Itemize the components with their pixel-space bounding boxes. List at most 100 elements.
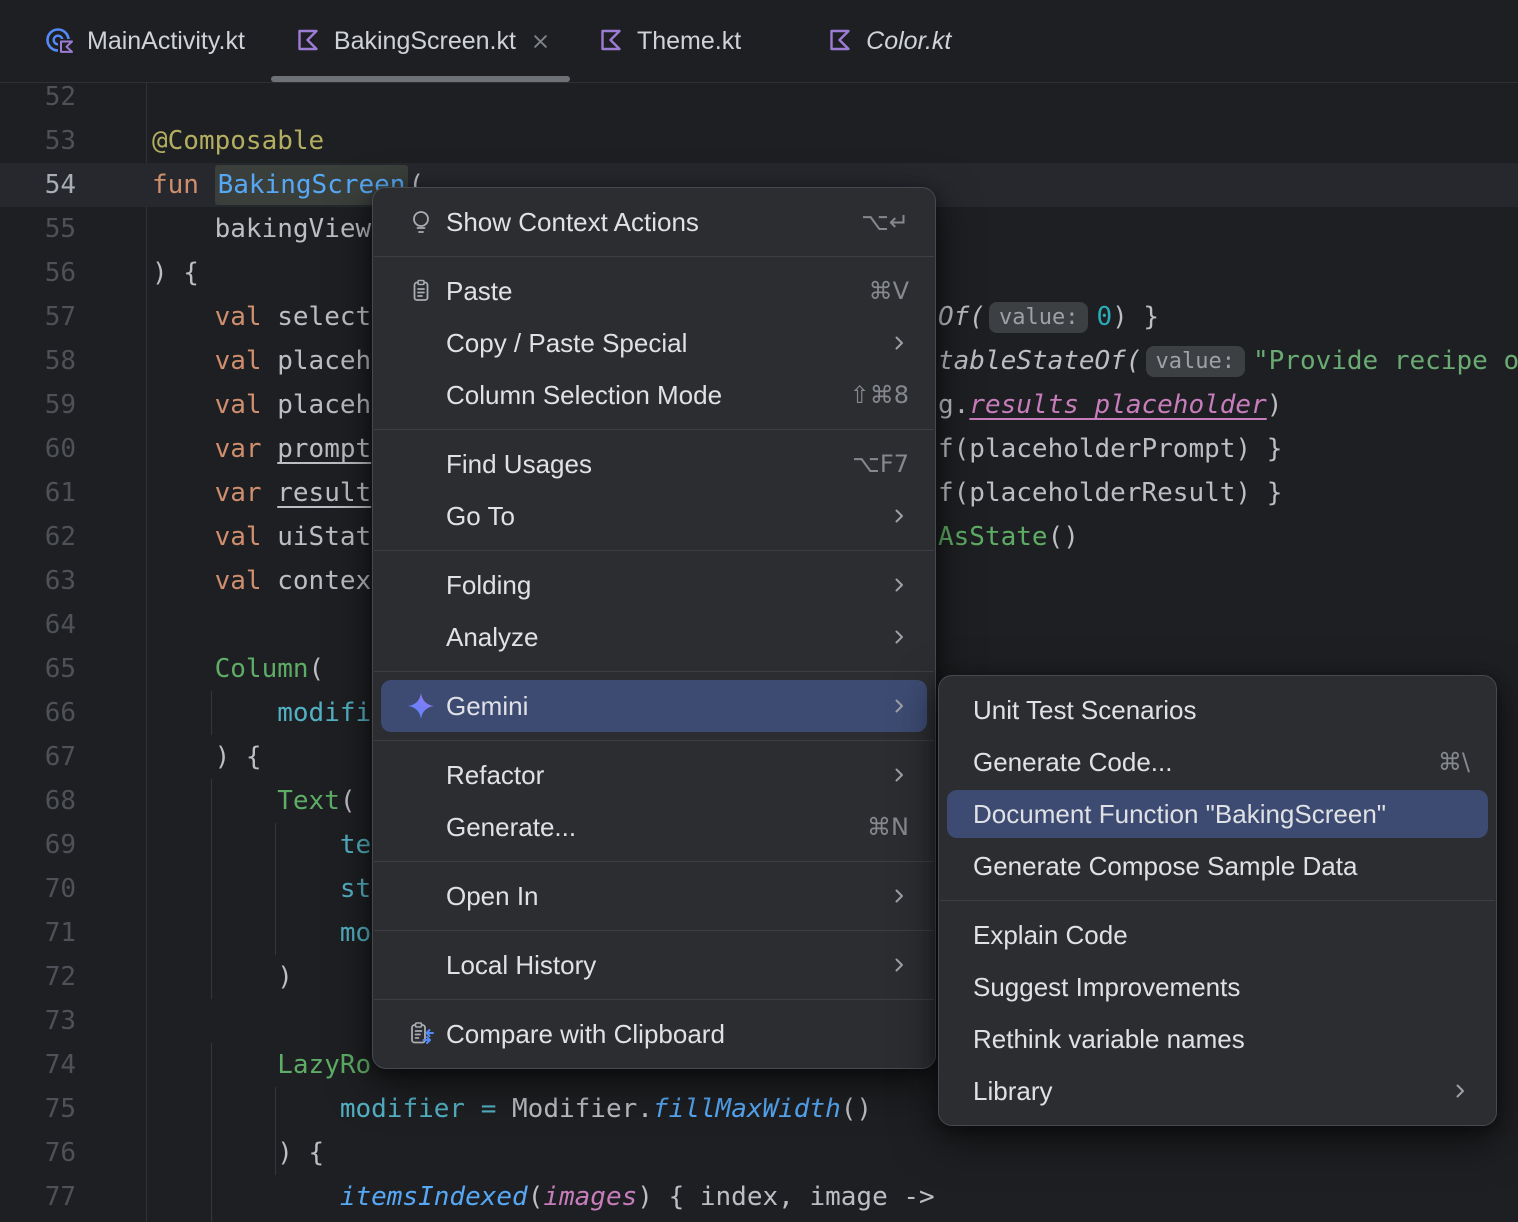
- line-number[interactable]: 75: [0, 1087, 76, 1131]
- tab-label: Color.kt: [866, 26, 952, 55]
- menu-shortcut: ⌥F7: [852, 450, 909, 478]
- line-number[interactable]: 60: [0, 427, 76, 471]
- line-number[interactable]: 70: [0, 867, 76, 911]
- empty-icon: [406, 328, 436, 358]
- code-line-53[interactable]: 53 @Composable: [0, 119, 1518, 163]
- code-line-76[interactable]: 76 ) {: [0, 1131, 1518, 1175]
- line-number[interactable]: 54: [0, 163, 76, 207]
- line-number[interactable]: 61: [0, 471, 76, 515]
- menu-item-label: Explain Code: [973, 919, 1128, 950]
- code-token: st: [339, 874, 372, 904]
- line-number[interactable]: 65: [0, 647, 76, 691]
- menu-item-document-function[interactable]: Document Function "BakingScreen": [947, 790, 1488, 838]
- line-number[interactable]: 72: [0, 955, 76, 999]
- menu-item-open-in[interactable]: Open In: [373, 870, 935, 922]
- line-number[interactable]: 77: [0, 1175, 76, 1219]
- tab-bakingscreen[interactable]: BakingScreen.kt: [269, 0, 572, 82]
- line-number[interactable]: 64: [0, 603, 76, 647]
- menu-item-show-context-actions[interactable]: Show Context Actions ⌥↵: [373, 196, 935, 248]
- code-token: ) {: [214, 742, 262, 772]
- line-number[interactable]: 62: [0, 515, 76, 559]
- menu-item-label: Document Function "BakingScreen": [973, 798, 1387, 829]
- code-token: f(placeholderPrompt) }: [938, 434, 1283, 464]
- menu-shortcut: ⌘V: [868, 277, 909, 305]
- menu-item-rethink-variable-names[interactable]: Rethink variable names: [939, 1013, 1496, 1065]
- line-number[interactable]: 55: [0, 207, 76, 251]
- context-menu: Show Context Actions ⌥↵ Paste ⌘V Copy / Past…: [372, 187, 936, 1069]
- code-text: modifi: [152, 691, 371, 735]
- code-text: st: [152, 867, 371, 911]
- menu-item-gemini[interactable]: Gemini: [381, 680, 927, 732]
- menu-item-suggest-improvements[interactable]: Suggest Improvements: [939, 961, 1496, 1013]
- code-token: images: [543, 1182, 638, 1212]
- line-number[interactable]: 73: [0, 999, 76, 1043]
- code-token: LazyRo: [277, 1050, 372, 1080]
- menu-item-refactor[interactable]: Refactor: [373, 749, 935, 801]
- tab-theme[interactable]: Theme.kt: [572, 0, 765, 82]
- code-text: mo: [152, 911, 371, 955]
- code-text: @Composable: [152, 119, 324, 163]
- code-token: modifi: [277, 698, 372, 728]
- line-number[interactable]: 66: [0, 691, 76, 735]
- line-number[interactable]: 63: [0, 559, 76, 603]
- indent-guide: [275, 823, 276, 955]
- indent-guide: [211, 691, 212, 735]
- code-token: (: [308, 654, 325, 684]
- kotlin-file-icon: [825, 26, 855, 56]
- tab-mainactivity[interactable]: MainActivity.kt: [20, 0, 269, 82]
- empty-icon: [406, 449, 436, 479]
- line-number[interactable]: 68: [0, 779, 76, 823]
- code-line-77[interactable]: 77 itemsIndexed(images) { index, image -…: [0, 1175, 1518, 1219]
- menu-item-explain-code[interactable]: Explain Code: [939, 909, 1496, 961]
- code-text: bakingView: [152, 207, 372, 251]
- code-text: val placeh: [152, 339, 372, 383]
- code-token: placeh: [277, 346, 372, 376]
- menu-item-folding[interactable]: Folding: [373, 559, 935, 611]
- line-number[interactable]: 71: [0, 911, 76, 955]
- code-token: val: [214, 566, 278, 596]
- menu-item-label: Library: [973, 1075, 1053, 1106]
- code-token: val: [214, 346, 278, 376]
- line-number[interactable]: 74: [0, 1043, 76, 1087]
- menu-item-paste[interactable]: Paste ⌘V: [373, 265, 935, 317]
- menu-item-local-history[interactable]: Local History: [373, 939, 935, 991]
- menu-item-analyze[interactable]: Analyze: [373, 611, 935, 663]
- menu-item-generate[interactable]: Generate... ⌘N: [373, 801, 935, 853]
- kotlin-activity-icon: [44, 25, 76, 57]
- menu-item-unit-test-scenarios[interactable]: Unit Test Scenarios: [939, 684, 1496, 736]
- menu-item-label: Find Usages: [446, 448, 592, 479]
- line-number[interactable]: 59: [0, 383, 76, 427]
- menu-item-generate-compose-sample-data[interactable]: Generate Compose Sample Data: [939, 840, 1496, 892]
- line-number[interactable]: 76: [0, 1131, 76, 1175]
- line-number[interactable]: 57: [0, 295, 76, 339]
- menu-item-generate-code[interactable]: Generate Code... ⌘\: [939, 736, 1496, 788]
- close-icon[interactable]: [533, 34, 548, 49]
- menu-item-copy-paste-special[interactable]: Copy / Paste Special: [373, 317, 935, 369]
- code-token: bakingView: [214, 214, 372, 244]
- menu-item-column-selection-mode[interactable]: Column Selection Mode ⇧⌘8: [373, 369, 935, 421]
- menu-shortcut: ⌥↵: [861, 208, 909, 236]
- line-number[interactable]: 69: [0, 823, 76, 867]
- empty-icon: [406, 760, 436, 790]
- code-text: te: [152, 823, 371, 867]
- empty-icon: [406, 501, 436, 531]
- menu-item-go-to[interactable]: Go To: [373, 490, 935, 542]
- line-number[interactable]: 67: [0, 735, 76, 779]
- line-number[interactable]: 56: [0, 251, 76, 295]
- line-number[interactable]: 58: [0, 339, 76, 383]
- menu-item-library[interactable]: Library: [939, 1065, 1496, 1117]
- code-text: val placeh: [152, 383, 372, 427]
- menu-item-find-usages[interactable]: Find Usages ⌥F7: [373, 438, 935, 490]
- code-text: var result: [152, 471, 372, 515]
- empty-icon: [406, 380, 436, 410]
- line-number[interactable]: 53: [0, 119, 76, 163]
- menu-separator: [374, 256, 934, 257]
- menu-item-compare-with-clipboard[interactable]: Compare with Clipboard: [373, 1008, 935, 1060]
- tab-color[interactable]: Color.kt: [801, 0, 975, 82]
